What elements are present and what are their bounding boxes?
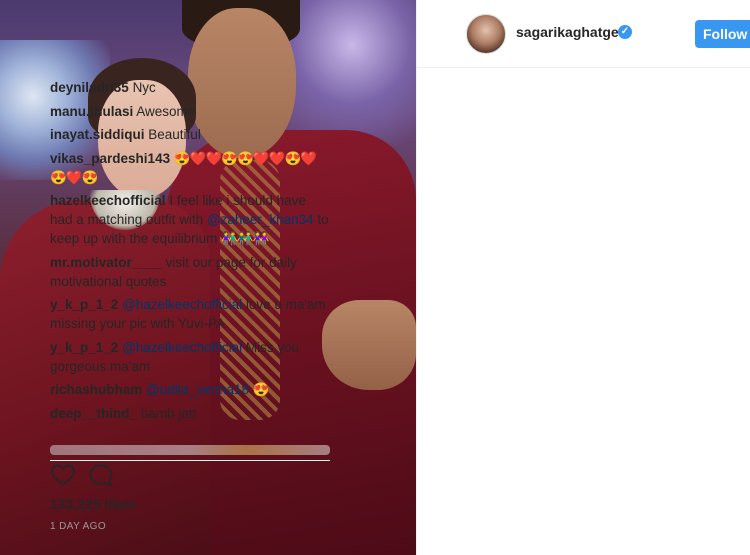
- comment-item: inayat.siddiqui Beautiful: [50, 125, 330, 144]
- comment-username[interactable]: deyniladri35: [50, 80, 129, 95]
- comment-text: Beautiful: [148, 127, 201, 142]
- comment-mention[interactable]: @hazelkeechofficial: [122, 297, 242, 312]
- comment-username[interactable]: hazelkeechofficial: [50, 193, 166, 208]
- comment-username[interactable]: y_k_p_1_2: [50, 340, 118, 355]
- comment-username[interactable]: richashubham: [50, 382, 142, 397]
- truncated-comment: [50, 445, 330, 455]
- comment-text: Awesome: [136, 103, 196, 119]
- comment-text: Nyc: [132, 80, 156, 95]
- comment-item: mr.motivator____ visit our page for dail…: [50, 253, 330, 291]
- comment-mention[interactable]: @hazelkeechofficial: [122, 340, 242, 355]
- comment-item: hazelkeechofficial I feel like i should …: [50, 191, 330, 248]
- pointing-hand: [322, 300, 416, 390]
- likes-count[interactable]: 133,225 likes: [50, 496, 136, 512]
- comment-mention[interactable]: @udita_verma18: [146, 382, 249, 397]
- comment-text: bamb jatt: [140, 405, 197, 421]
- comment-item: y_k_p_1_2 @hazelkeechofficial Miss you g…: [50, 338, 330, 376]
- post-side-panel: sagarikaghatge ✓ Follow: [416, 0, 750, 555]
- comment-username[interactable]: mr.motivator____: [50, 255, 162, 270]
- comment-emoji: 😍: [252, 382, 270, 397]
- follow-button[interactable]: Follow: [695, 20, 750, 48]
- comment-username[interactable]: vikas_pardeshi143: [50, 151, 170, 166]
- comment-item: manu.thulasi Awesome: [50, 102, 330, 121]
- comment-emoji: 👫👬👭: [221, 231, 269, 246]
- comment-mention[interactable]: @zaheer_khan34: [207, 212, 314, 227]
- comment-username[interactable]: y_k_p_1_2: [50, 297, 118, 312]
- comment-username[interactable]: deep__thind_: [50, 406, 137, 421]
- comment-item: y_k_p_1_2 @hazelkeechofficial love u ma'…: [50, 295, 330, 333]
- post-username[interactable]: sagarikaghatge: [516, 24, 619, 40]
- comment-item: richashubham @udita_verma18 😍: [50, 380, 330, 399]
- post-header: sagarikaghatge ✓ Follow: [417, 0, 750, 68]
- post-actions: [50, 460, 330, 488]
- comment-item: deyniladri35 Nyc: [50, 78, 330, 97]
- comment-username[interactable]: manu.thulasi: [50, 104, 133, 119]
- comment-item: deep__thind_ bamb jatt: [50, 404, 330, 423]
- comment-username[interactable]: inayat.siddiqui: [50, 127, 145, 142]
- post-timestamp: 1 DAY AGO: [50, 521, 107, 532]
- comments-list: deyniladri35 Nyc manu.thulasi Awesome inay…: [50, 78, 330, 452]
- avatar[interactable]: [466, 14, 506, 54]
- comment-item: vikas_pardeshi143 😍❤️❤️😍😍❤️❤️😍❤️😍❤️😍: [50, 149, 330, 187]
- heart-icon[interactable]: [50, 463, 78, 489]
- verified-badge-icon: ✓: [618, 25, 632, 39]
- speech-bubble-icon[interactable]: [88, 463, 116, 489]
